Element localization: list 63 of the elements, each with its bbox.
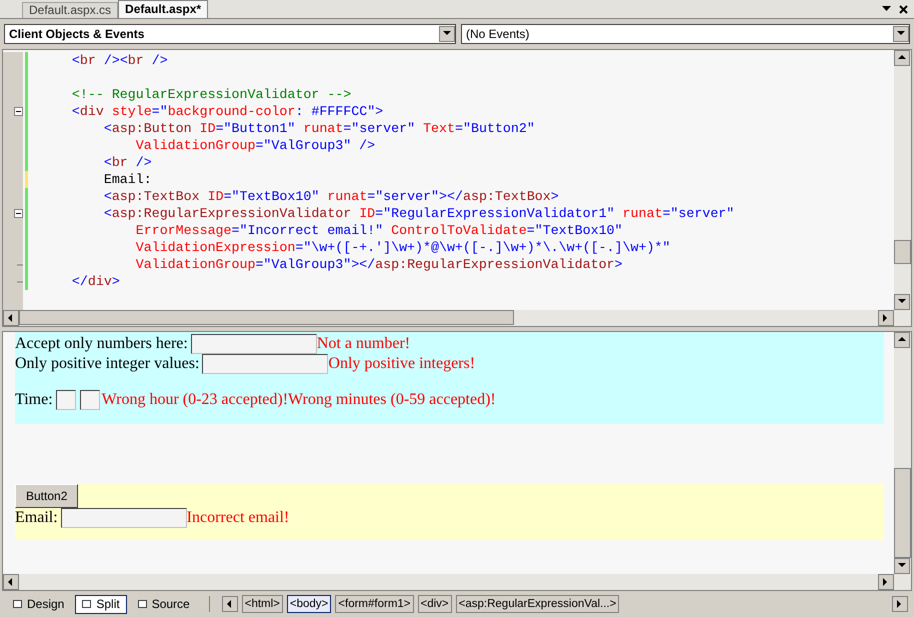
error-message: Incorrect email!: [186, 508, 290, 528]
text-field[interactable]: [190, 334, 317, 354]
code-line: <asp:Button ID="Button1" runat="server" Text="Button2": [102, 120, 535, 137]
view-icon: [13, 600, 22, 608]
scroll-up-icon[interactable]: [894, 332, 910, 348]
text-field[interactable]: [56, 390, 76, 410]
horizontal-scrollbar[interactable]: [3, 574, 911, 590]
code-line: Email:: [102, 171, 152, 188]
view-icon: [82, 600, 92, 608]
code-line: ValidationGroup="ValGroup3" />: [134, 137, 376, 154]
scroll-thumb[interactable]: [19, 310, 514, 325]
code-line: </div>: [70, 273, 120, 290]
text-field[interactable]: [60, 508, 187, 528]
scroll-left-icon[interactable]: [222, 596, 238, 612]
collapse-icon[interactable]: [14, 107, 23, 116]
event-dropdown[interactable]: (No Events): [461, 24, 910, 44]
document-tab[interactable]: Default.aspx.cs: [22, 2, 118, 18]
view-tab[interactable]: Design: [6, 594, 72, 614]
scroll-thumb[interactable]: [894, 240, 911, 264]
error-message: Not a number!: [316, 334, 410, 354]
vertical-scrollbar[interactable]: [894, 332, 911, 574]
tag-breadcrumb[interactable]: <body>: [286, 595, 332, 613]
text-field[interactable]: [80, 390, 100, 410]
code-line: <div style="background-color: #FFFFCC">: [70, 103, 384, 120]
error-message: Wrong hour (0-23 accepted)!Wrong minutes (0-59 accepted)!: [102, 390, 496, 410]
scroll-thumb[interactable]: [894, 468, 911, 558]
field-label: Time:: [15, 390, 53, 410]
collapse-icon[interactable]: [14, 209, 23, 218]
scroll-right-icon[interactable]: [892, 596, 908, 612]
tag-breadcrumb[interactable]: <form#form1>: [335, 595, 414, 613]
vertical-scrollbar[interactable]: [894, 50, 911, 310]
scroll-up-icon[interactable]: [894, 50, 910, 66]
tag-breadcrumb[interactable]: <div>: [418, 595, 452, 613]
code-line: ErrorMessage="Incorrect email!" ControlToValidate="TextBox10": [134, 222, 623, 239]
scroll-left-icon[interactable]: [3, 574, 19, 590]
code-line: <br />: [102, 154, 152, 171]
code-line: <!-- RegularExpressionValidator -->: [70, 86, 352, 103]
scroll-right-icon[interactable]: [878, 574, 894, 590]
code-line: ValidationExpression="\w+([-+.']\w+)*@\w+([-.]\w+)*\.\w+([-.]\w+)*": [134, 239, 670, 256]
close-icon[interactable]: [899, 5, 908, 14]
text-field[interactable]: [202, 354, 328, 374]
field-label: Accept only numbers here:: [15, 334, 188, 354]
scroll-left-icon[interactable]: [3, 310, 19, 326]
code-line: <asp:TextBox ID="TextBox10" runat="server"></asp:TextBox>: [102, 188, 559, 205]
tag-breadcrumb[interactable]: <asp:RegularExpressionVal...>: [456, 595, 620, 613]
document-tab[interactable]: Default.aspx*: [118, 0, 208, 18]
scroll-right-icon[interactable]: [878, 310, 894, 326]
view-icon: [138, 600, 147, 608]
code-line: <asp:RegularExpressionValidator ID="RegularExpressionValidator1" runat="server": [102, 205, 734, 222]
field-label: Email:: [15, 508, 58, 528]
view-tab[interactable]: Source: [130, 594, 197, 614]
scroll-down-icon[interactable]: [894, 294, 910, 310]
error-message: Only positive integers!: [328, 354, 476, 374]
dropdown-arrow-icon[interactable]: [882, 6, 891, 12]
code-line: <br /><br />: [70, 52, 168, 69]
tag-breadcrumb[interactable]: <html>: [242, 595, 283, 613]
object-dropdown[interactable]: Client Objects & Events: [4, 24, 456, 44]
code-line: ValidationGroup="ValGroup3"></asp:RegularExpressionValidator>: [134, 256, 623, 273]
field-label: Only positive integer values:: [15, 354, 200, 374]
scroll-down-icon[interactable]: [894, 558, 910, 574]
horizontal-scrollbar[interactable]: [3, 310, 911, 326]
view-tab[interactable]: Split: [75, 594, 127, 614]
button2-button[interactable]: Button2: [15, 484, 78, 508]
